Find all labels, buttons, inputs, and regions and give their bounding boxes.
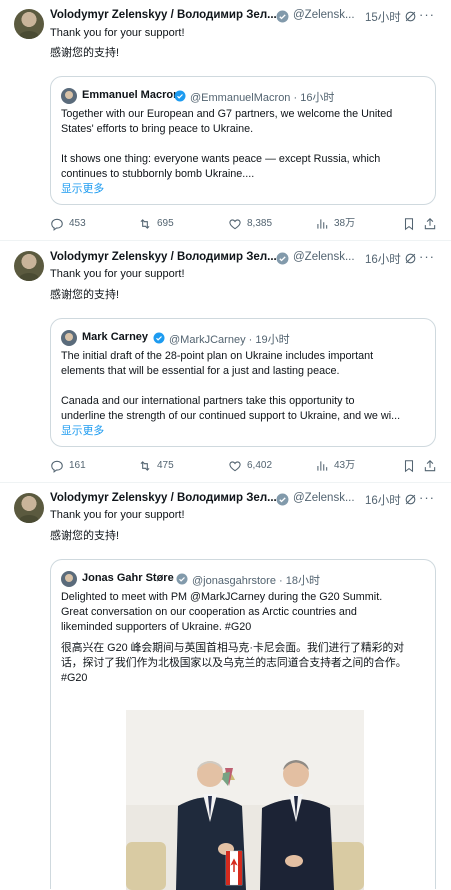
- reply-button[interactable]: 161: [50, 458, 86, 474]
- author-avatar[interactable]: [14, 9, 44, 39]
- quoted-tweet[interactable]: Jonas Gahr Støre @jonasgahrstore · 18小时 …: [50, 559, 436, 890]
- quote-line: The initial draft of the 28-point plan o…: [61, 350, 374, 362]
- quote-line: States' efforts to bring peace to Ukrain…: [61, 123, 254, 135]
- quote-line: Together with our European and G7 partne…: [61, 108, 393, 120]
- heart-icon: [229, 219, 241, 230]
- tweet-text-zh: 感谢您的支持!: [50, 289, 120, 301]
- views-button[interactable]: 38万: [315, 216, 355, 232]
- views-icon: [317, 461, 328, 471]
- repost-count: 475: [157, 460, 174, 471]
- meeting-photo-illustration: [126, 710, 364, 890]
- grok-icon[interactable]: [404, 252, 417, 265]
- tweet-text-zh: 感谢您的支持!: [50, 47, 120, 59]
- views-count: 38万: [334, 218, 356, 229]
- quote-author-name: Emmanuel Macron: [82, 89, 180, 101]
- quote-line: elements that will be essential for a ju…: [61, 365, 340, 377]
- like-button[interactable]: 6,402: [228, 458, 272, 474]
- tweet-actions: 453 695 8,385 38万: [50, 216, 437, 232]
- quote-author-avatar: [61, 571, 77, 587]
- tweet-2[interactable]: Volodymyr Zelenskyy / Володимир Зел... @…: [0, 241, 451, 483]
- quote-line: underline the strength of our continued …: [61, 410, 401, 422]
- like-button[interactable]: 8,385: [228, 216, 272, 232]
- author-avatar[interactable]: [14, 251, 44, 281]
- author-name[interactable]: Volodymyr Zelenskyy / Володимир Зел...: [50, 251, 277, 263]
- tweet-1[interactable]: Volodymyr Zelenskyy / Володимир Зел... @…: [0, 0, 451, 241]
- views-count: 43万: [334, 460, 356, 471]
- views-button[interactable]: 43万: [315, 458, 355, 474]
- author-name[interactable]: Volodymyr Zelenskyy / Володимир Зел...: [50, 9, 277, 21]
- quote-author-handle: @jonasgahrstore · 18小时: [192, 575, 320, 587]
- quote-line: continues to stubbornly bomb Ukraine....: [61, 168, 255, 180]
- author-handle[interactable]: @Zelensk...: [293, 492, 355, 504]
- quoted-tweet[interactable]: Mark Carney @MarkJCarney · 19小时 The init…: [50, 318, 436, 447]
- verified-badge-icon: [276, 10, 289, 23]
- quoted-tweet[interactable]: Emmanuel Macron @EmmanuelMacron · 16小时 T…: [50, 76, 436, 205]
- verified-badge-icon: [176, 573, 188, 585]
- bookmark-icon[interactable]: [402, 459, 416, 473]
- quote-author-name: Jonas Gahr Støre: [82, 572, 174, 584]
- grok-icon[interactable]: [404, 10, 417, 23]
- tweet-text-en: Thank you for your support!: [50, 268, 185, 280]
- show-more-link[interactable]: 显示更多: [61, 182, 427, 197]
- quote-line: [61, 379, 427, 394]
- share-icon[interactable]: [423, 459, 437, 473]
- quote-line: likeminded supporters of Ukraine. #G20: [61, 621, 252, 633]
- author-avatar[interactable]: [14, 493, 44, 523]
- author-name[interactable]: Volodymyr Zelenskyy / Володимир Зел...: [50, 492, 277, 504]
- views-icon: [317, 219, 328, 229]
- verified-badge-icon: [276, 252, 289, 265]
- more-options-icon[interactable]: ···: [419, 490, 435, 505]
- quote-body: The initial draft of the 28-point plan o…: [61, 349, 427, 439]
- tweet-time[interactable]: 16小时: [365, 251, 401, 267]
- reply-count: 453: [69, 218, 86, 229]
- tweet-time[interactable]: 15小时: [365, 9, 401, 25]
- quoted-tweet-photo[interactable]: [126, 710, 364, 890]
- quote-line: Great conversation on our cooperation as…: [61, 606, 357, 618]
- author-handle[interactable]: @Zelensk...: [293, 251, 355, 263]
- quote-line: It shows one thing: everyone wants peace…: [61, 153, 381, 165]
- quote-author-name: Mark Carney: [82, 331, 149, 343]
- repost-icon: [140, 461, 150, 471]
- verified-badge-icon: [276, 493, 289, 506]
- repost-count: 695: [157, 218, 174, 229]
- author-handle[interactable]: @Zelensk...: [293, 9, 355, 21]
- repost-button[interactable]: 475: [138, 458, 174, 474]
- tweet-3[interactable]: Volodymyr Zelenskyy / Володимир Зел... @…: [0, 483, 451, 890]
- quote-author-handle: @EmmanuelMacron · 16小时: [190, 92, 335, 104]
- share-icon[interactable]: [423, 217, 437, 231]
- quote-line: [61, 137, 427, 152]
- tweet-text-en: Thank you for your support!: [50, 27, 185, 39]
- quote-body: Together with our European and G7 partne…: [61, 107, 427, 197]
- reply-icon: [51, 218, 63, 231]
- verified-badge-icon: [153, 332, 165, 344]
- reply-button[interactable]: 453: [50, 216, 86, 232]
- more-options-icon[interactable]: ···: [419, 249, 435, 264]
- reply-icon: [51, 460, 63, 473]
- more-options-icon[interactable]: ···: [419, 7, 435, 22]
- like-count: 8,385: [247, 218, 273, 229]
- bookmark-icon[interactable]: [402, 217, 416, 231]
- quote-line: 很高兴在 G20 峰会期间与英国首相马克·卡尼会面。我们进行了精彩的对: [61, 642, 405, 654]
- quote-author-avatar: [61, 88, 77, 104]
- tweet-time[interactable]: 16小时: [365, 492, 401, 508]
- repost-icon: [140, 219, 150, 229]
- show-more-link[interactable]: 显示更多: [61, 424, 427, 439]
- verified-badge-icon: [174, 90, 186, 102]
- quote-line: 话，探讨了我们作为北极国家以及乌克兰的志同道合支持者之间的合作。: [61, 657, 407, 669]
- quote-author-handle: @MarkJCarney · 19小时: [169, 334, 290, 346]
- tweet-text-zh: 感谢您的支持!: [50, 530, 120, 542]
- reply-count: 161: [69, 460, 86, 471]
- tweet-actions: 161 475 6,402 43万: [50, 458, 437, 474]
- quote-line: Canada and our international partners ta…: [61, 395, 355, 407]
- heart-icon: [229, 461, 241, 472]
- like-count: 6,402: [247, 460, 273, 471]
- grok-icon[interactable]: [404, 493, 417, 506]
- repost-button[interactable]: 695: [138, 216, 174, 232]
- quote-line: #G20: [61, 672, 88, 684]
- quote-author-avatar: [61, 330, 77, 346]
- quote-body: Delighted to meet with PM @MarkJCarney d…: [61, 590, 427, 686]
- tweet-text-en: Thank you for your support!: [50, 509, 185, 521]
- quote-line: Delighted to meet with PM @MarkJCarney d…: [61, 591, 383, 603]
